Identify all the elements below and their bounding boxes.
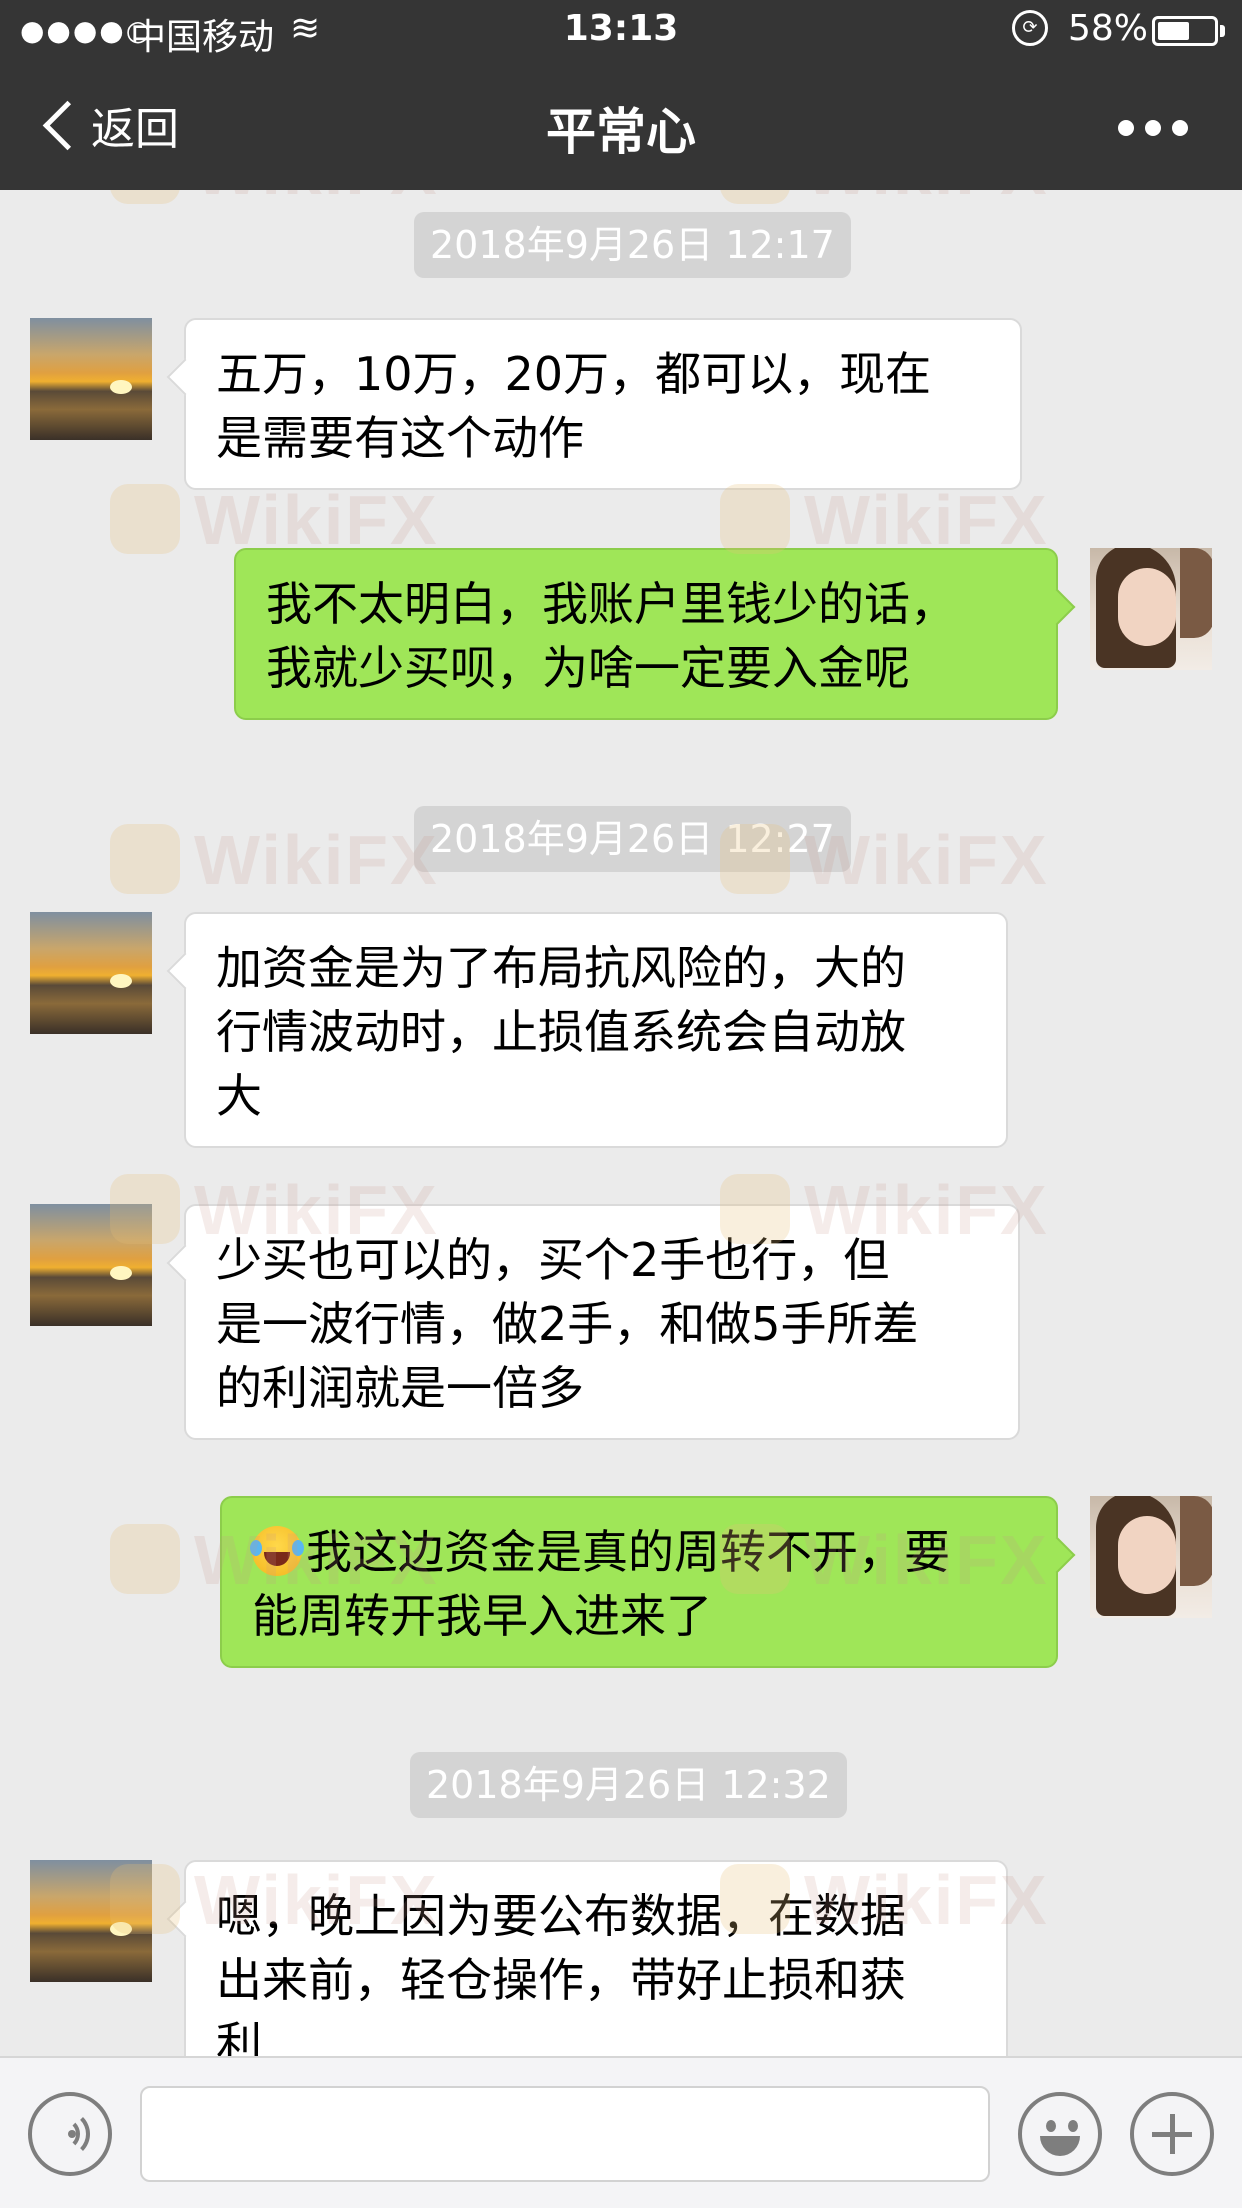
incoming-message[interactable]: 嗯，晚上因为要公布数据，在数据 出来前，轻仓操作，带好止损和获 利 [184, 1860, 1008, 2056]
more-functions-button[interactable] [1130, 2092, 1214, 2176]
voice-dot-icon [68, 2130, 76, 2138]
contact-avatar[interactable] [30, 1860, 152, 1982]
more-options-button[interactable] [1118, 118, 1188, 138]
chat-title: 平常心 [546, 103, 696, 161]
avatar-hair [1180, 1496, 1212, 1586]
battery-icon [1152, 16, 1218, 46]
message-line: 是需要有这个动作 [216, 411, 584, 465]
avatar-face [1118, 568, 1176, 646]
message-line: 我这边资金是真的周转不开，要 [306, 1525, 950, 1579]
sun-graphic [110, 974, 132, 988]
message-list[interactable]: 2018年9月26日 12:17 五万，10万，20万，都可以，现在 是需要有这… [0, 190, 1242, 2056]
message-line: 出来前，轻仓操作，带好止损和获 [216, 1953, 906, 2007]
outgoing-message[interactable]: 我不太明白，我账户里钱少的话， 我就少买呗，为啥一定要入金呢 [234, 548, 1058, 720]
watermark-logo-icon [720, 190, 790, 204]
avatar-hair [1180, 548, 1212, 638]
tear-graphic [292, 1540, 304, 1556]
message-line: 嗯，晚上因为要公布数据，在数据 [216, 1889, 906, 1943]
timestamp: 2018年9月26日 12:17 [414, 212, 851, 278]
avatar-face [1118, 1516, 1176, 1594]
incoming-message[interactable]: 五万，10万，20万，都可以，现在 是需要有这个动作 [184, 318, 1022, 490]
plus-icon [1170, 2114, 1175, 2154]
watermark-logo-icon [110, 484, 180, 554]
status-bar: ●●●●○ 中国移动 ≋ 13:13 ⟳ 58% [0, 0, 1242, 62]
contact-avatar[interactable] [30, 1204, 152, 1326]
message-line-with-emoji: 我这边资金是真的周转不开，要 [250, 1520, 1026, 1584]
my-avatar[interactable] [1090, 548, 1212, 670]
message-line: 加资金是为了布局抗风险的，大的 [216, 941, 906, 995]
rotation-lock-icon: ⟳ [1012, 10, 1048, 46]
incoming-message[interactable]: 加资金是为了布局抗风险的，大的 行情波动时，止损值系统会自动放 大 [184, 912, 1008, 1148]
voice-input-button[interactable] [28, 2092, 112, 2176]
watermark: WikiFX [110, 820, 439, 900]
watermark-logo-icon [110, 1524, 180, 1594]
incoming-message[interactable]: 少买也可以的，买个2手也行，但 是一波行情，做2手，和做5手所差 的利润就是一倍… [184, 1204, 1020, 1440]
timestamp: 2018年9月26日 12:32 [410, 1752, 847, 1818]
contact-avatar[interactable] [30, 318, 152, 440]
more-dot-icon [1145, 120, 1161, 136]
battery-tip [1220, 25, 1225, 37]
smiley-eye-icon [1046, 2120, 1056, 2132]
outgoing-message[interactable]: 我这边资金是真的周转不开，要 能周转开我早入进来了 [220, 1496, 1058, 1668]
message-line: 我不太明白，我账户里钱少的话， [266, 577, 956, 631]
message-line: 是一波行情，做2手，和做5手所差 [216, 1297, 919, 1351]
message-line: 的利润就是一倍多 [216, 1361, 584, 1415]
sun-graphic [110, 1266, 132, 1280]
watermark-logo-icon [110, 190, 180, 204]
watermark-text: WikiFX [194, 821, 439, 899]
message-line: 少买也可以的，买个2手也行，但 [216, 1233, 890, 1287]
message-line: 能周转开我早入进来了 [252, 1589, 712, 1643]
smiley-mouth-icon [1040, 2136, 1080, 2156]
timestamp: 2018年9月26日 12:27 [414, 806, 851, 872]
message-line: 五万，10万，20万，都可以，现在 [216, 347, 932, 401]
watermark-text: WikiFX [804, 190, 1049, 209]
more-dot-icon [1172, 120, 1188, 136]
message-line: 利 [216, 2017, 262, 2056]
status-time: 13:13 [563, 8, 679, 49]
tear-graphic [250, 1540, 262, 1556]
sun-graphic [110, 380, 132, 394]
battery-fill [1158, 22, 1190, 40]
input-bar [0, 2056, 1242, 2208]
battery-percent: 58% [1068, 8, 1149, 49]
chat-header: ●●●●○ 中国移动 ≋ 13:13 ⟳ 58% 返回 平常心 [0, 0, 1242, 190]
my-avatar[interactable] [1090, 1496, 1212, 1618]
message-line: 行情波动时，止损值系统会自动放 [216, 1005, 906, 1059]
watermark-logo-icon [110, 824, 180, 894]
message-line: 大 [216, 1069, 262, 1123]
message-line: 我就少买呗，为啥一定要入金呢 [266, 641, 910, 695]
watermark-logo-icon [720, 484, 790, 554]
laughing-tears-emoji-icon [250, 1526, 304, 1576]
watermark: WikiFX [110, 190, 439, 210]
emoji-button[interactable] [1018, 2092, 1102, 2176]
watermark: WikiFX [720, 190, 1049, 210]
message-input[interactable] [140, 2086, 990, 2182]
more-dot-icon [1118, 120, 1134, 136]
watermark-text: WikiFX [194, 190, 439, 209]
sun-graphic [110, 1922, 132, 1936]
smiley-eye-icon [1068, 2120, 1078, 2132]
contact-avatar[interactable] [30, 912, 152, 1034]
